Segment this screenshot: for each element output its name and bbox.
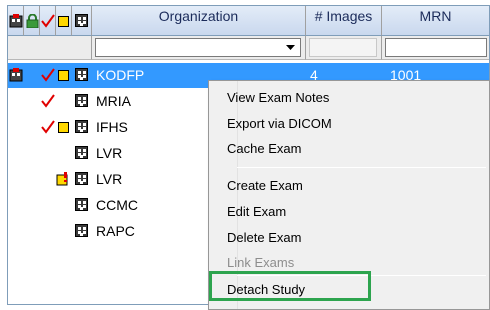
menu-item-cache-exam[interactable]: Cache Exam (227, 138, 301, 160)
menu-item-view-exam-notes[interactable]: View Exam Notes (227, 87, 329, 109)
header-square-col[interactable] (56, 6, 72, 36)
building-icon (75, 14, 88, 27)
square-icon (58, 70, 69, 81)
building-icon (75, 224, 88, 237)
building-icon (75, 68, 88, 81)
check-icon (41, 14, 55, 28)
organization-cell: IFHS (96, 119, 128, 135)
organization-cell: KODFP (96, 67, 145, 83)
mrn-filter-cell (382, 36, 489, 60)
alert-icon (9, 68, 23, 82)
organization-header-label: Organization (158, 8, 239, 24)
organization-cell: MRIA (96, 93, 131, 109)
header-lock-col[interactable] (24, 6, 40, 36)
organization-cell: LVR (96, 171, 123, 187)
lock-icon (26, 14, 39, 28)
header-organization[interactable]: Organization (92, 6, 306, 36)
square-icon (58, 16, 69, 27)
organization-filter-cell (92, 36, 306, 60)
header-images[interactable]: # Images (306, 6, 382, 36)
header-alert-col[interactable] (8, 6, 24, 36)
building-icon (75, 146, 88, 159)
check-icon (41, 94, 55, 108)
building-icon (75, 120, 88, 133)
check-icon (41, 120, 55, 134)
highlight-box (209, 271, 371, 301)
organization-cell: LVR (96, 145, 123, 161)
organization-cell: RAPC (96, 223, 135, 239)
menu-item-edit-exam[interactable]: Edit Exam (227, 201, 286, 223)
mrn-filter-input[interactable] (385, 38, 487, 57)
flag-square-icon (56, 172, 68, 186)
building-icon (75, 172, 88, 185)
chevron-down-icon (286, 45, 295, 50)
building-icon (75, 94, 88, 107)
header-building-col[interactable] (72, 6, 92, 36)
menu-item-delete-exam[interactable]: Delete Exam (227, 227, 301, 249)
building-icon (75, 198, 88, 211)
images-filter-input[interactable] (309, 38, 377, 57)
filter-icon-cols (8, 36, 92, 60)
mrn-header-label: MRN (419, 8, 452, 24)
menu-separator (237, 167, 486, 168)
square-icon (58, 122, 69, 133)
organization-filter-dropdown[interactable] (95, 38, 301, 57)
header-mrn[interactable]: MRN (382, 6, 489, 36)
alert-icon (9, 14, 23, 28)
images-filter-cell (306, 36, 382, 60)
images-header-label: # Images (314, 8, 373, 24)
menu-item-create-exam[interactable]: Create Exam (227, 175, 303, 197)
check-icon (41, 68, 55, 82)
header-check-col[interactable] (40, 6, 56, 36)
organization-cell: CCMC (96, 197, 138, 213)
menu-item-export-via-dicom[interactable]: Export via DICOM (227, 113, 332, 135)
